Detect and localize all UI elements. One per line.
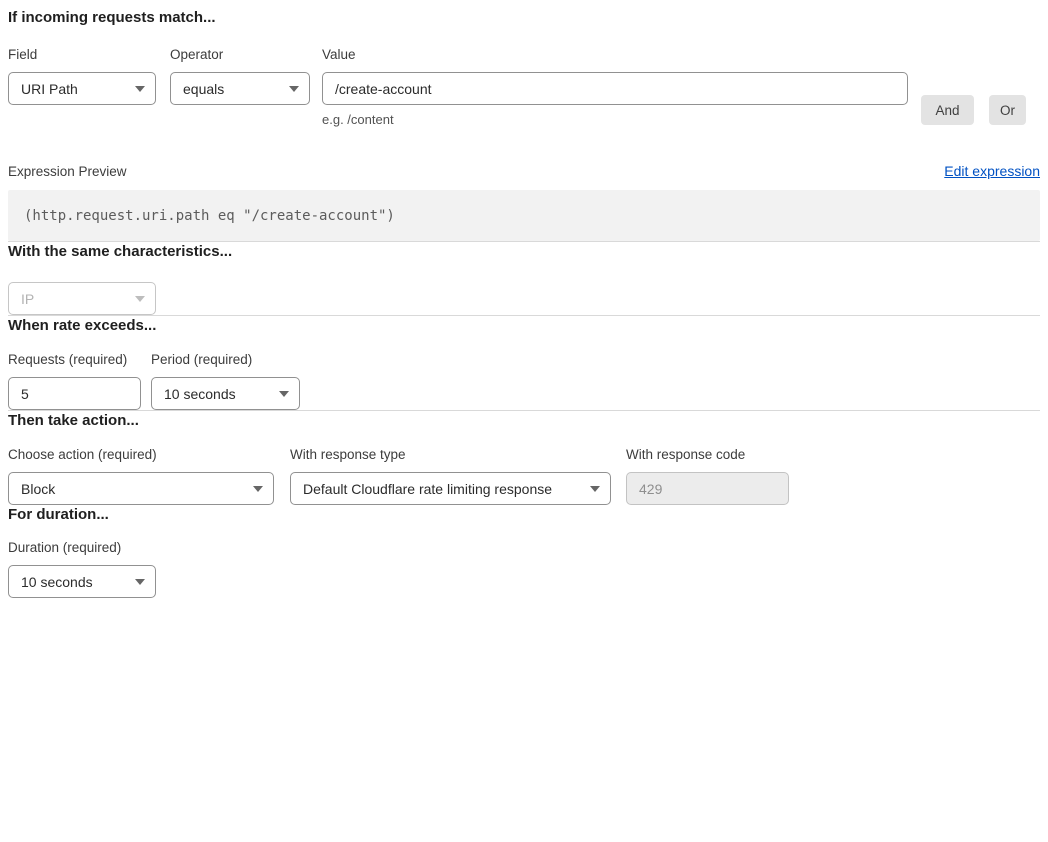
field-dropdown[interactable]: URI Path [8,72,156,105]
period-label: Period (required) [151,352,300,368]
duration-label: Duration (required) [8,540,156,556]
edit-expression-link[interactable]: Edit expression [944,163,1040,179]
logic-buttons: And Or [921,47,1026,127]
action-dropdown[interactable]: Block [8,472,274,505]
expression-preview-box: (http.request.uri.path eq "/create-accou… [8,190,1040,241]
operator-dropdown[interactable]: equals [170,72,310,105]
duration-section-heading: For duration... [8,505,1040,524]
rate-section-heading: When rate exceeds... [8,316,1040,335]
characteristics-section-heading: With the same characteristics... [8,242,1040,261]
characteristic-dropdown-value: IP [21,291,34,307]
operator-label: Operator [170,47,310,63]
requests-input[interactable] [8,377,141,410]
field-label: Field [8,47,156,63]
period-dropdown-value: 10 seconds [164,386,236,402]
expression-text: (http.request.uri.path eq "/create-accou… [24,208,395,224]
response-type-label: With response type [290,447,611,463]
characteristic-dropdown: IP [8,282,156,315]
requests-label: Requests (required) [8,352,141,368]
value-label: Value [322,47,908,63]
value-input[interactable] [322,72,908,105]
match-condition-row: Field URI Path Operator equals Value e.g… [8,47,1040,127]
chevron-down-icon [590,486,600,492]
chevron-down-icon [135,579,145,585]
chevron-down-icon [135,296,145,302]
duration-dropdown-value: 10 seconds [21,574,93,590]
rate-row: Requests (required) Period (required) 10… [8,352,1040,410]
value-hint: e.g. /content [322,112,908,127]
rate-limiting-rule-form: If incoming requests match... Field URI … [0,0,1048,606]
action-row: Choose action (required) Block With resp… [8,447,1040,505]
match-section-heading: If incoming requests match... [8,8,1040,27]
operator-dropdown-value: equals [183,81,224,97]
action-section-heading: Then take action... [8,411,1040,430]
response-code-input [626,472,789,505]
choose-action-label: Choose action (required) [8,447,274,463]
duration-dropdown[interactable]: 10 seconds [8,565,156,598]
period-dropdown[interactable]: 10 seconds [151,377,300,410]
or-button[interactable]: Or [989,95,1026,125]
response-type-dropdown-value: Default Cloudflare rate limiting respons… [303,481,552,497]
expression-preview-label: Expression Preview [8,164,127,179]
and-button[interactable]: And [921,95,974,125]
field-dropdown-value: URI Path [21,81,78,97]
response-type-dropdown[interactable]: Default Cloudflare rate limiting respons… [290,472,611,505]
chevron-down-icon [135,86,145,92]
action-dropdown-value: Block [21,481,55,497]
response-code-label: With response code [626,447,789,463]
chevron-down-icon [279,391,289,397]
chevron-down-icon [253,486,263,492]
expression-preview-header: Expression Preview Edit expression [8,163,1040,179]
chevron-down-icon [289,86,299,92]
